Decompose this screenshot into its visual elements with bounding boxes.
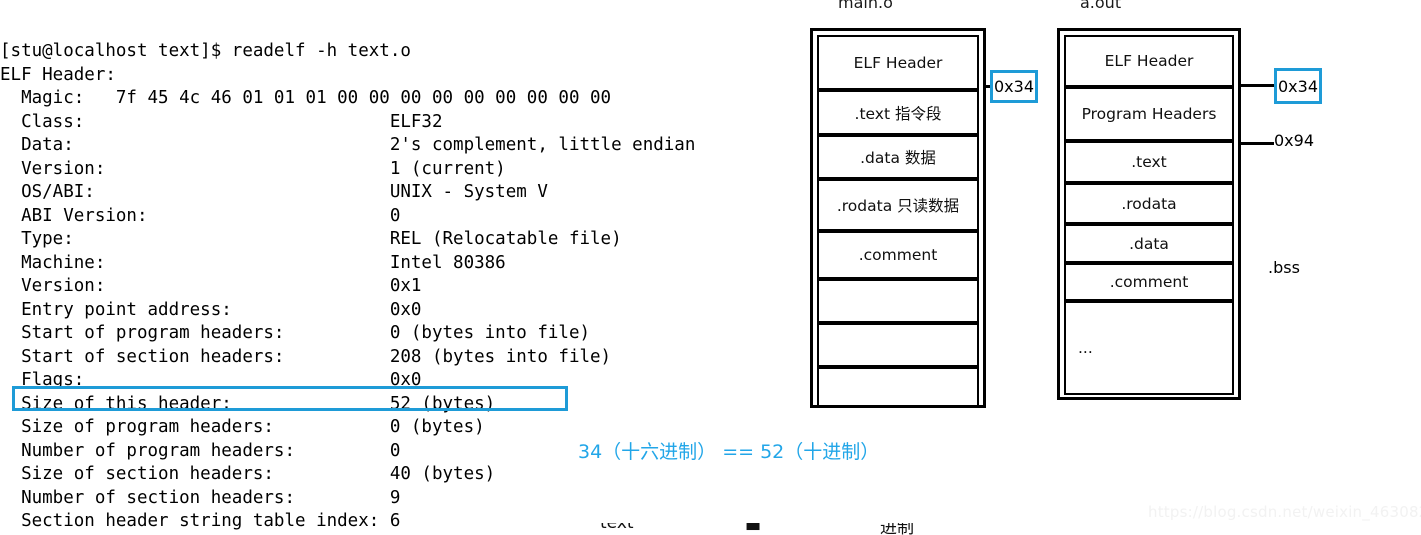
diagram-title-a-out: a.out <box>1080 0 1122 12</box>
bottom-fragment: text <box>600 523 634 533</box>
segment-cell-comment: .comment <box>1064 263 1234 301</box>
terminal-line: OS/ABI: UNIX - System V <box>0 182 548 202</box>
address-label-main-o-0x34: 0x34 <box>990 70 1038 103</box>
terminal-line-size-of-this-header: Size of this header: 52 (bytes) <box>0 393 496 414</box>
hex-decimal-annotation: 34（十六进制） == 52（十进制） <box>578 441 880 463</box>
terminal-line: Start of program headers: 0 (bytes into … <box>0 323 591 343</box>
address-label-a-out-0x34: 0x34 <box>1274 68 1322 104</box>
segment-cell-elf-header: ELF Header <box>817 35 979 90</box>
segment-cell-data: .data 数据 <box>817 135 979 179</box>
clipped-bottom-text: text ■ 进制 <box>0 523 1421 535</box>
bottom-fragment: 进制 <box>880 523 914 535</box>
segment-cell-comment: .comment <box>817 231 979 279</box>
terminal-line: Class: ELF32 <box>0 111 443 132</box>
screenshot-root: [stu@localhost text]$ readelf -h text.o … <box>0 0 1421 535</box>
executable-segment-box: ELF Header Program Headers .text .rodata… <box>1057 28 1241 400</box>
leader-line-a-out-0x94 <box>1241 142 1274 145</box>
terminal-line: Entry point address: 0x0 <box>0 299 422 320</box>
bss-side-label: .bss <box>1268 258 1300 277</box>
leader-line-a-out-0x34 <box>1241 84 1274 87</box>
terminal-line: ABI Version: 0 <box>0 205 401 226</box>
terminal-line: Version: 1 (current) <box>0 158 506 179</box>
terminal-line: [stu@localhost text]$ readelf -h text.o <box>0 41 411 61</box>
bottom-fragment: ■ <box>745 523 762 533</box>
segment-cell-data: .data <box>1064 224 1234 263</box>
terminal-line: Data: 2's complement, little endian <box>0 135 696 155</box>
terminal-line: Size of program headers: 0 (bytes) <box>0 417 485 437</box>
diagram-title-main-o: main.o <box>838 0 893 12</box>
object-file-segment-box: ELF Header .text 指令段 .data 数据 .rodata 只读… <box>810 28 986 408</box>
terminal-line: Magic: 7f 45 4c 46 01 01 01 00 00 00 00 … <box>0 88 612 108</box>
segment-cell-empty <box>817 367 979 407</box>
segment-cell-empty <box>817 279 979 323</box>
segment-cell-ellipsis: ... <box>1064 301 1234 395</box>
terminal-line: Number of section headers: 9 <box>0 487 401 508</box>
terminal-line: Start of section headers: 208 (bytes int… <box>0 346 612 367</box>
address-label-a-out-0x94: 0x94 <box>1274 131 1315 150</box>
terminal-line: Version: 0x1 <box>0 276 422 296</box>
csdn-watermark: https://blog.csdn.net/weixin_46308272677 <box>1148 503 1421 521</box>
segment-cell-rodata: .rodata 只读数据 <box>817 179 979 231</box>
segment-cell-empty <box>817 323 979 367</box>
terminal-line: Flags: 0x0 <box>0 370 422 390</box>
terminal-line: ELF Header: <box>0 64 116 85</box>
segment-cell-rodata: .rodata <box>1064 183 1234 224</box>
terminal-line: Type: REL (Relocatable file) <box>0 229 622 249</box>
terminal-line: Machine: Intel 80386 <box>0 252 506 273</box>
segment-cell-text: .text 指令段 <box>817 90 979 135</box>
terminal-line: Size of section headers: 40 (bytes) <box>0 464 496 484</box>
segment-cell-text: .text <box>1064 141 1234 183</box>
segment-cell-program-headers: Program Headers <box>1064 87 1234 141</box>
segment-cell-elf-header: ELF Header <box>1064 35 1234 87</box>
